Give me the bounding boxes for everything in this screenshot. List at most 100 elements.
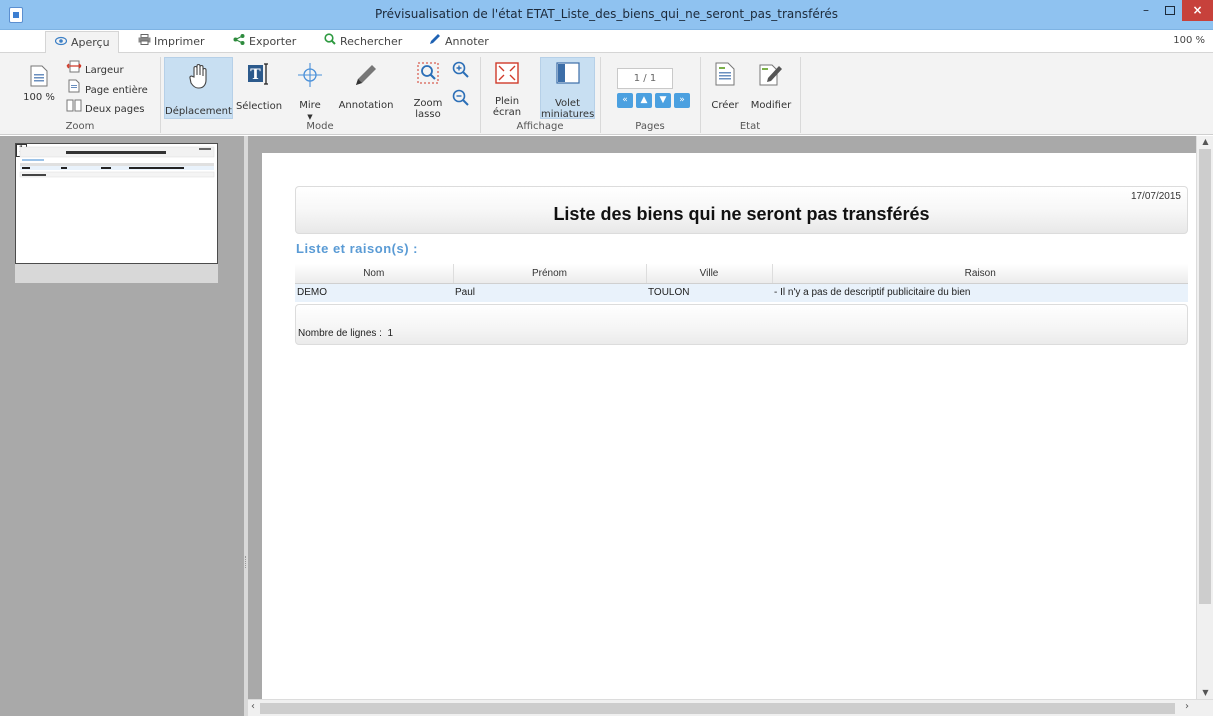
horizontal-scroll-thumb[interactable] [260,703,1175,714]
zoom-lasso-label-1: Zoom [413,98,443,109]
zoom-100-button[interactable]: 100 % [20,65,58,103]
annotation-label: Annotation [338,100,394,111]
fullscreen-icon [485,62,529,87]
report-date: 17/07/2015 [1130,191,1181,202]
eye-icon [54,32,68,54]
svg-text:T: T [250,67,261,83]
plein-label-1: Plein [494,96,520,107]
page-icon [20,65,58,90]
next-page-button[interactable]: ▼ [655,93,671,108]
printer-icon [137,31,151,53]
fit-width-icon [66,59,82,79]
scroll-down-icon[interactable]: ▼ [1197,688,1213,697]
deux-pages-button[interactable]: Deux pages [66,99,144,115]
crosshair-icon [290,62,330,91]
column-header-nom: Nom [295,264,454,284]
row-count: Nombre de lignes : 1 [298,328,393,339]
page-thumbnail[interactable]: 1 [15,143,218,264]
tab-annoter[interactable]: Annoter [428,31,489,53]
zoom-out-button[interactable] [450,89,472,112]
edit-report-icon [748,62,794,89]
zoom-group-label: Zoom [65,121,95,132]
hand-icon [165,63,232,92]
pencil-icon [428,31,442,53]
table-header-row: Nom Prénom Ville Raison [295,264,1188,284]
column-header-prenom: Prénom [453,264,647,284]
vertical-scroll-thumb[interactable] [1199,149,1211,604]
cell-ville: TOULON [646,283,772,302]
report-page: 17/07/2015 Liste des biens qui ne seront… [262,153,1196,699]
affichage-group-label: Affichage [516,121,564,132]
horizontal-scrollbar[interactable]: ‹ › [248,699,1213,716]
page-entiere-label: Page entière [85,85,148,96]
close-button[interactable]: × [1182,0,1213,21]
scroll-up-icon[interactable]: ▲ [1197,137,1213,146]
column-header-ville: Ville [646,264,773,284]
preview-area: 17/07/2015 Liste des biens qui ne seront… [248,136,1196,699]
cell-prenom: Paul [453,283,646,302]
page-indicator[interactable]: 1 / 1 [617,68,673,89]
creer-label: Créer [711,100,739,111]
tab-apercu[interactable]: Aperçu [45,31,119,54]
thumbnail-pane: 1 [0,136,244,716]
share-icon [232,31,246,53]
minimize-button[interactable]: – [1133,0,1159,21]
full-page-icon [66,79,82,99]
first-page-icon: « [622,95,628,105]
tab-imprimer-label: Imprimer [154,35,205,48]
ribbon-tabs: Aperçu Imprimer Exporter Rechercher Anno… [0,31,1213,54]
previous-page-icon: ▲ [640,95,648,105]
zoom-level: 100 % [1173,35,1205,46]
column-header-raison: Raison [772,264,1188,284]
search-icon [323,31,337,53]
thumbnail-pane-icon [541,62,594,87]
selection-label: Sélection [235,101,283,112]
next-page-icon: ▼ [659,95,667,105]
scroll-right-icon[interactable]: › [1185,701,1189,712]
largeur-label: Largeur [85,65,124,76]
modifier-label: Modifier [750,100,792,111]
cell-raison: - Il n'y a pas de descriptif publicitair… [772,283,1188,302]
thumbnail-footer [15,264,218,283]
thumbnail-preview [19,146,215,178]
table-row: DEMO Paul TOULON - Il n'y a pas de descr… [295,283,1188,302]
maximize-icon [1165,6,1175,15]
zoom-lasso-button[interactable]: Zoom lasso [408,62,448,120]
last-page-icon: » [679,95,685,105]
row-count-value: 1 [387,328,394,339]
deplacement-button[interactable]: Déplacement [164,57,233,119]
two-pages-icon [66,99,82,118]
window-title: Prévisualisation de l'état ETAT_Liste_de… [374,7,839,21]
first-page-button[interactable]: « [617,93,633,108]
creer-button[interactable]: Créer [708,62,742,111]
plein-ecran-button[interactable]: Plein écran [485,62,529,118]
modifier-button[interactable]: Modifier [748,62,794,111]
page-entiere-button[interactable]: Page entière [66,79,148,96]
mire-button[interactable]: Mire ▼ [290,62,330,121]
report-table: Nom Prénom Ville Raison DEMO Paul TOULON… [295,264,1188,302]
pencil-icon [336,62,396,91]
tab-annoter-label: Annoter [445,35,489,48]
tab-exporter[interactable]: Exporter [232,31,296,53]
scroll-left-icon[interactable]: ‹ [251,701,255,712]
tab-imprimer[interactable]: Imprimer [137,31,205,53]
vertical-scrollbar[interactable]: ▲ ▼ [1196,136,1213,699]
volet-miniatures-button[interactable]: Volet miniatures [540,57,595,120]
zoom-lasso-icon [408,62,448,87]
last-page-button[interactable]: » [674,93,690,108]
previous-page-button[interactable]: ▲ [636,93,652,108]
largeur-button[interactable]: Largeur [66,59,124,76]
tab-exporter-label: Exporter [249,35,297,48]
annotation-button[interactable]: Annotation [336,62,396,111]
tab-rechercher[interactable]: Rechercher [323,31,402,53]
section-title: Liste et raison(s) : [296,241,418,256]
zoom-100-label: 100 % [23,92,55,103]
report-footer: Nombre de lignes : 1 [295,304,1188,345]
etat-group-label: Etat [739,121,761,132]
row-count-label: Nombre de lignes : [298,328,382,339]
zoom-in-button[interactable] [450,61,472,84]
maximize-button[interactable] [1157,0,1183,21]
volet-label-1: Volet [554,98,581,109]
selection-button[interactable]: T Sélection [234,62,284,112]
new-report-icon [708,62,742,89]
